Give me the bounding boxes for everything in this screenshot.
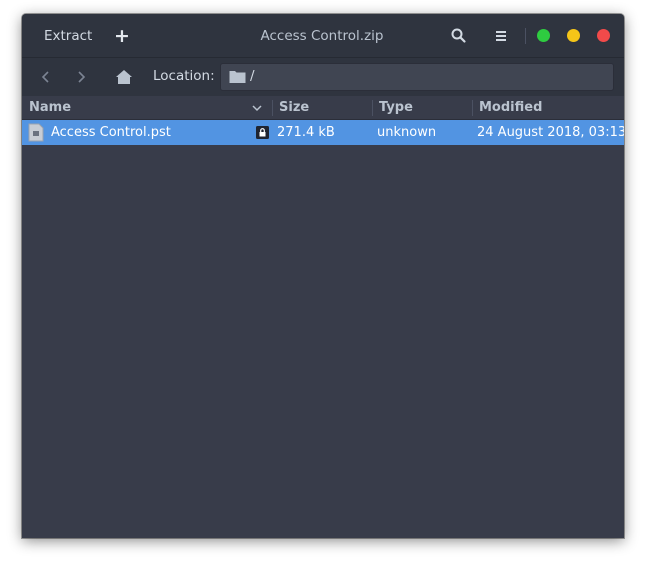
column-type-label: Type xyxy=(379,100,413,115)
file-icon xyxy=(28,123,44,142)
column-header-row: Name Size Type Modified xyxy=(22,96,624,120)
column-name-label: Name xyxy=(29,100,72,115)
hamburger-menu-icon xyxy=(496,31,506,41)
column-size-label: Size xyxy=(279,100,310,115)
column-divider xyxy=(272,100,273,116)
column-size[interactable]: Size xyxy=(279,96,369,119)
file-name: Access Control.pst xyxy=(51,125,171,140)
location-field[interactable]: / xyxy=(220,63,614,91)
folder-icon xyxy=(229,71,246,83)
forward-button[interactable] xyxy=(70,66,92,88)
file-row[interactable]: Access Control.pst 271.4 kB unknown 24 A… xyxy=(22,120,624,145)
search-button[interactable] xyxy=(447,24,471,48)
header-separator xyxy=(525,28,526,44)
location-label: Location: xyxy=(153,68,215,84)
close-button[interactable] xyxy=(597,29,610,42)
column-divider xyxy=(472,100,473,116)
home-icon xyxy=(116,70,132,84)
window-title: Access Control.zip xyxy=(260,28,384,44)
column-divider xyxy=(372,100,373,116)
home-button[interactable] xyxy=(113,66,135,88)
location-path: / xyxy=(250,68,255,84)
minimize-button[interactable] xyxy=(567,29,580,42)
file-modified: 24 August 2018, 03:13 xyxy=(477,125,624,140)
location-toolbar: Location: / xyxy=(22,57,624,97)
archive-manager-window: Extract + Access Control.zip Location: /… xyxy=(22,14,624,538)
add-files-button[interactable]: + xyxy=(110,22,134,50)
extract-button[interactable]: Extract xyxy=(32,22,104,50)
column-type[interactable]: Type xyxy=(379,96,469,119)
menu-button[interactable] xyxy=(489,24,513,48)
lock-icon xyxy=(256,126,269,139)
maximize-button[interactable] xyxy=(537,29,550,42)
column-name[interactable]: Name xyxy=(29,96,269,119)
file-size: 271.4 kB xyxy=(277,125,335,140)
column-modified-label: Modified xyxy=(479,100,543,115)
sort-chevron-down-icon[interactable] xyxy=(251,102,263,114)
chevron-left-icon xyxy=(41,71,49,83)
file-type: unknown xyxy=(377,125,437,140)
header-bar: Extract + Access Control.zip xyxy=(22,14,624,57)
search-icon xyxy=(451,28,466,43)
column-modified[interactable]: Modified xyxy=(479,96,619,119)
chevron-right-icon xyxy=(78,71,86,83)
back-button[interactable] xyxy=(35,66,57,88)
file-list-area[interactable] xyxy=(22,145,624,538)
